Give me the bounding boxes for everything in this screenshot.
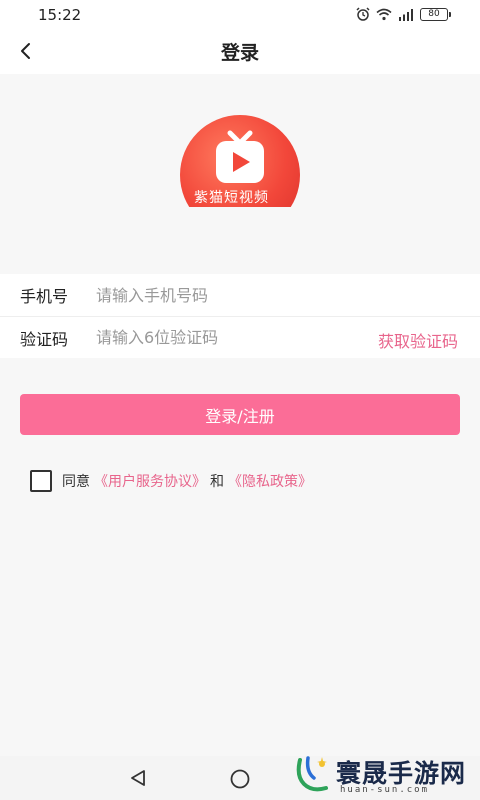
- page-title: 登录: [220, 42, 259, 64]
- code-input[interactable]: [96, 328, 336, 347]
- app-logo: 紫猫短视频: [180, 115, 300, 207]
- logo-clip: 紫猫短视频: [180, 115, 300, 207]
- status-time: 15:22: [38, 6, 82, 24]
- phone-label: 手机号: [20, 287, 69, 306]
- battery-icon: 80: [420, 7, 451, 21]
- agreement-row: 同意 《用户服务协议》 和 《隐私政策》: [30, 470, 316, 492]
- status-icons: 80: [356, 7, 451, 21]
- agreement-and: 和: [210, 474, 224, 490]
- agreement-checkbox[interactable]: [30, 470, 52, 492]
- logo-caption: 紫猫短视频: [194, 190, 269, 206]
- watermark: 寰晟手游网 huan-sun.com: [288, 750, 480, 800]
- code-label: 验证码: [20, 329, 69, 349]
- code-row: 验证码 获取验证码: [0, 316, 480, 358]
- get-code-button[interactable]: 获取验证码: [378, 328, 458, 352]
- login-form: 手机号 验证码 获取验证码: [0, 274, 480, 358]
- signal-icon: [399, 8, 413, 21]
- header: 登录: [0, 28, 480, 74]
- service-agreement-link[interactable]: 《用户服务协议》: [94, 471, 206, 491]
- phone-row: 手机号: [0, 274, 480, 316]
- watermark-logo-icon: [296, 756, 328, 792]
- privacy-policy-link[interactable]: 《隐私政策》: [228, 471, 312, 491]
- circle-home-icon: [230, 769, 250, 789]
- login-register-button[interactable]: 登录/注册: [20, 394, 460, 435]
- logo-circle: 紫猫短视频: [180, 115, 300, 207]
- watermark-url: huan-sun.com: [340, 785, 430, 795]
- wifi-icon: [376, 8, 392, 20]
- system-home-button[interactable]: [229, 768, 251, 794]
- phone-input[interactable]: [96, 285, 336, 305]
- triangle-back-icon: [131, 770, 145, 786]
- system-back-button[interactable]: [128, 768, 148, 792]
- status-bar: 15:22 80: [0, 0, 480, 28]
- alarm-icon: [356, 7, 370, 21]
- agreement-prefix: 同意: [62, 474, 90, 490]
